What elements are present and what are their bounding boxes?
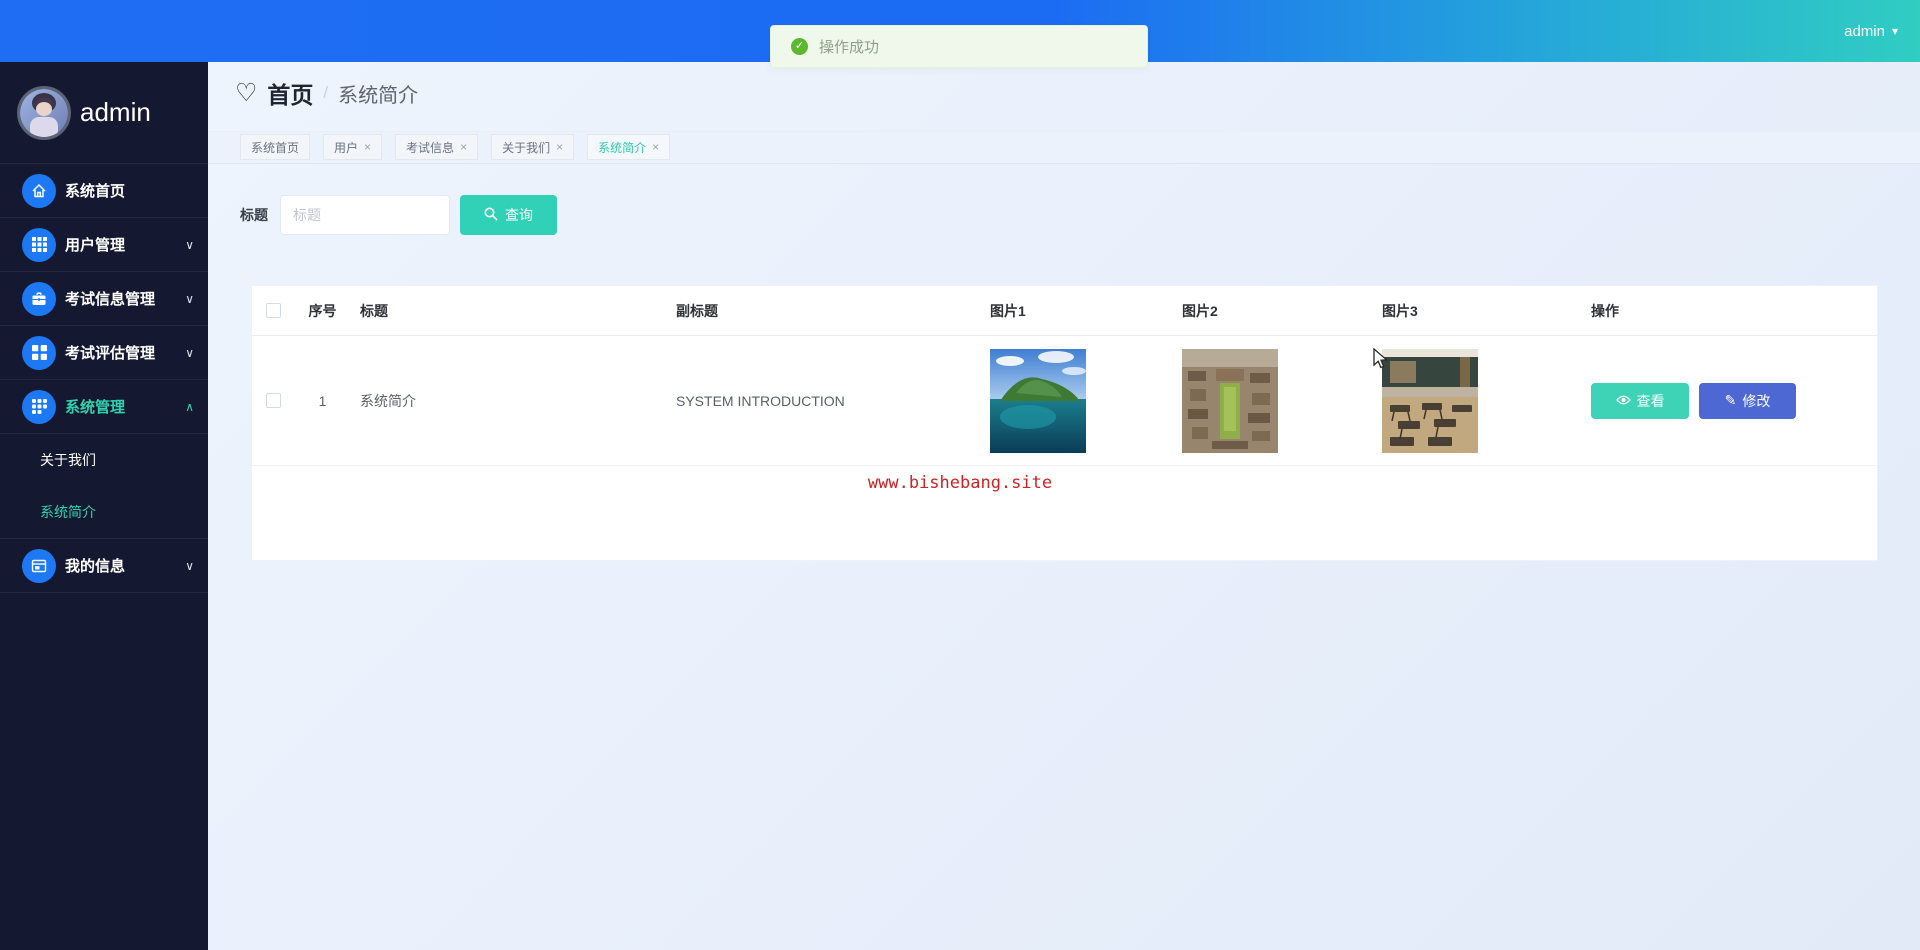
page: admin ▾ ✓ 操作成功 ad: [0, 0, 1920, 950]
success-check-icon: ✓: [791, 38, 808, 55]
search-field-label: 标题: [240, 195, 268, 235]
tab-label: 系统简介: [598, 139, 646, 156]
column-header-image1: 图片1: [988, 301, 1180, 321]
eye-icon: [1616, 393, 1631, 409]
cell-subtitle: SYSTEM INTRODUCTION: [666, 393, 988, 409]
tab-label: 考试信息: [406, 139, 454, 156]
close-icon[interactable]: ×: [460, 140, 467, 154]
sidebar-item-exam-info[interactable]: 考试信息管理 ∨: [0, 272, 208, 326]
user-menu[interactable]: admin ▾: [1844, 0, 1898, 62]
chevron-down-icon: ▾: [1892, 24, 1898, 38]
close-icon[interactable]: ×: [364, 140, 371, 154]
sidebar-item-system[interactable]: 系统管理 ∧: [0, 380, 208, 434]
view-button-label: 查看: [1637, 391, 1665, 411]
chevron-down-icon: ∨: [185, 238, 194, 252]
cell-index: 1: [295, 393, 350, 409]
close-icon[interactable]: ×: [652, 140, 659, 154]
home-icon: [22, 174, 56, 208]
search-icon: [484, 207, 498, 224]
row-checkbox[interactable]: [266, 393, 281, 408]
sidebar-item-label: 我的信息: [65, 555, 125, 576]
column-header-actions: 操作: [1581, 301, 1877, 321]
avatar: [17, 86, 71, 140]
view-button[interactable]: 查看: [1591, 383, 1689, 419]
column-header-title: 标题: [350, 301, 666, 321]
column-header-subtitle: 副标题: [666, 301, 988, 321]
breadcrumb-current: 系统简介: [338, 79, 418, 108]
table-header-row: 序号 标题 副标题 图片1 图片2 图片3 操作: [252, 286, 1877, 336]
chevron-down-icon: ∨: [185, 292, 194, 306]
edit-button[interactable]: ✎ 修改: [1699, 383, 1796, 419]
card-icon: [22, 549, 56, 583]
tab-bar: 系统首页 用户 × 考试信息 × 关于我们 × 系统简介 ×: [240, 134, 670, 160]
classroom-photo[interactable]: [1382, 349, 1478, 453]
sidebar-item-label: 系统管理: [65, 396, 125, 417]
tab-label: 关于我们: [502, 139, 550, 156]
chevron-down-icon: ∨: [185, 346, 194, 360]
sidebar-item-users[interactable]: 用户管理 ∨: [0, 218, 208, 272]
data-table: 序号 标题 副标题 图片1 图片2 图片3 操作 1 系统简介 SYSTEM I…: [251, 285, 1878, 561]
column-header-index: 序号: [295, 301, 350, 321]
tab-about-us[interactable]: 关于我们 ×: [491, 134, 574, 160]
sidebar-username: admin: [80, 97, 151, 128]
tab-label: 用户: [334, 139, 358, 156]
tab-label: 系统首页: [251, 139, 299, 156]
pencil-icon: ✎: [1725, 392, 1737, 409]
sidebar-item-label: 考试信息管理: [65, 288, 155, 309]
chevron-down-icon: ∨: [185, 559, 194, 573]
table-row: 1 系统简介 SYSTEM INTRODUCTION: [252, 336, 1877, 466]
title-search-input[interactable]: [280, 195, 450, 235]
sidebar-item-exam-eval[interactable]: 考试评估管理 ∨: [0, 326, 208, 380]
sidebar-item-label: 用户管理: [65, 234, 125, 255]
campus-aerial-photo[interactable]: [1182, 349, 1278, 453]
briefcase-icon: [22, 282, 56, 316]
cell-title: 系统简介: [350, 391, 666, 411]
success-toast: ✓ 操作成功: [770, 25, 1148, 68]
submenu-item-label: 系统简介: [40, 502, 96, 522]
tab-system-home[interactable]: 系统首页: [240, 134, 310, 160]
sidebar-item-label: 考试评估管理: [65, 342, 155, 363]
mouse-cursor-icon: [1372, 348, 1390, 375]
close-icon[interactable]: ×: [556, 140, 563, 154]
column-header-image3: 图片3: [1380, 301, 1581, 321]
site-watermark: www.bishebang.site: [0, 473, 1920, 493]
tab-users[interactable]: 用户 ×: [323, 134, 382, 160]
apps-icon: [22, 390, 56, 424]
column-header-image2: 图片2: [1180, 301, 1380, 321]
grid-icon: [22, 228, 56, 262]
sidebar: admin 系统首页 用户管理 ∨: [0, 62, 208, 950]
query-button[interactable]: 查询: [460, 195, 557, 235]
query-button-label: 查询: [505, 205, 533, 225]
sidebar-item-system-intro[interactable]: 系统简介: [0, 486, 208, 538]
select-all-checkbox[interactable]: [266, 303, 281, 318]
submenu-item-label: 关于我们: [40, 450, 96, 470]
sidebar-profile: admin: [0, 62, 208, 164]
sidebar-item-label: 系统首页: [65, 180, 125, 201]
sidebar-item-my-info[interactable]: 我的信息 ∨: [0, 539, 208, 593]
main-content: ♡ 首页 / 系统简介 系统首页 用户 × 考试信息 × 关于我们 × 系统简: [208, 62, 1920, 950]
chevron-up-icon: ∧: [185, 400, 194, 414]
toast-message: 操作成功: [819, 36, 879, 57]
squares-icon: [22, 336, 56, 370]
island-photo[interactable]: [990, 349, 1086, 453]
sidebar-item-home[interactable]: 系统首页: [0, 164, 208, 218]
heart-icon: ♡: [235, 78, 257, 108]
breadcrumb: ♡ 首页 / 系统简介: [235, 76, 418, 110]
breadcrumb-separator: /: [323, 83, 328, 103]
edit-button-label: 修改: [1742, 391, 1770, 411]
tab-exam-info[interactable]: 考试信息 ×: [395, 134, 478, 160]
tab-system-intro[interactable]: 系统简介 ×: [587, 134, 670, 160]
breadcrumb-home[interactable]: 首页: [267, 76, 313, 110]
user-menu-name: admin: [1844, 23, 1885, 40]
